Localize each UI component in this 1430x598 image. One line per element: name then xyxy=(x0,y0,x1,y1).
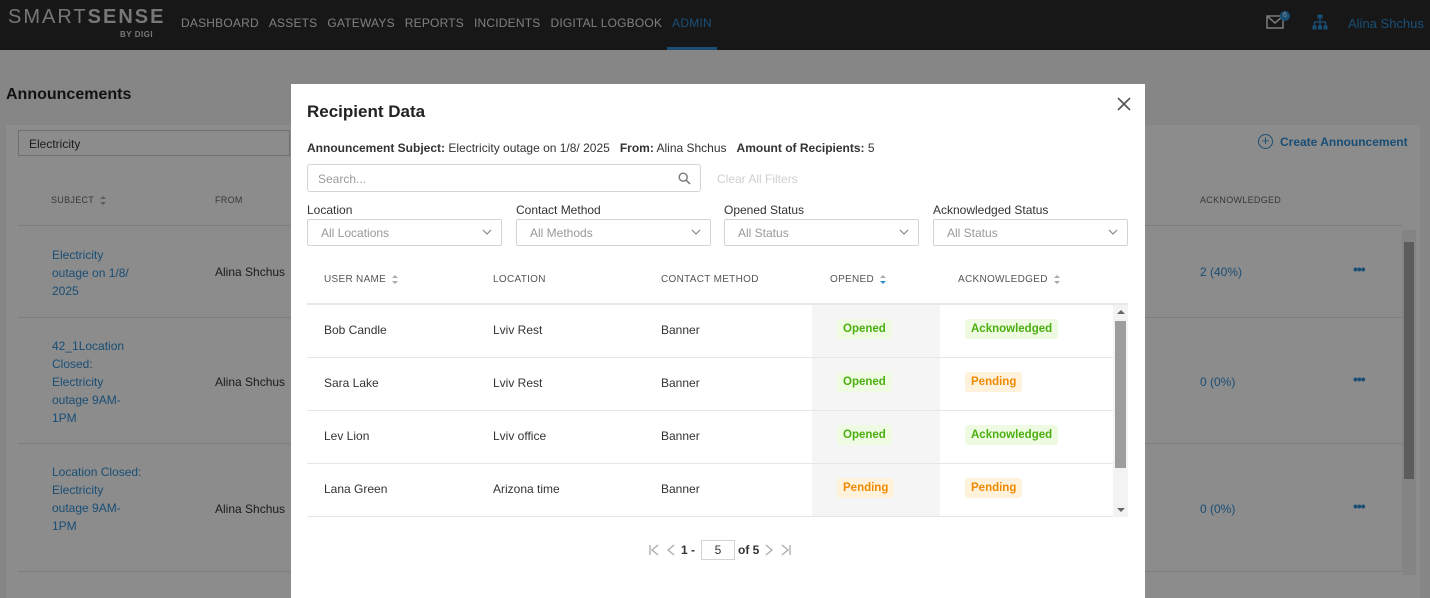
close-icon[interactable] xyxy=(1116,96,1132,112)
chevron-down-icon xyxy=(899,229,909,235)
table-row: Lana Green Arizona time Banner Pending P… xyxy=(307,464,1113,517)
previous-page-icon[interactable] xyxy=(664,543,678,557)
table-row: Bob Candle Lviv Rest Banner Opened Ackno… xyxy=(307,305,1113,358)
column-header-contact-method: CONTACT METHOD xyxy=(661,274,759,285)
from-label: From: xyxy=(619,141,654,155)
subject-label: Announcement Subject: xyxy=(307,141,446,155)
next-page-icon[interactable] xyxy=(762,543,776,557)
column-header-location: LOCATION xyxy=(493,274,546,285)
opened-status-filter-value: All Status xyxy=(738,226,789,240)
cell-location: Lviv Rest xyxy=(493,376,543,390)
search-placeholder: Search... xyxy=(318,172,367,186)
cell-user-name: Lana Green xyxy=(324,482,388,496)
scroll-up-icon[interactable] xyxy=(1117,310,1125,314)
opened-status-badge: Opened xyxy=(837,319,892,339)
search-input[interactable]: Search... xyxy=(307,164,701,192)
opened-status-filter-select[interactable]: All Status xyxy=(724,219,919,246)
acknowledged-status-filter-label: Acknowledged Status xyxy=(933,203,1049,217)
acknowledged-status-badge: Pending xyxy=(965,478,1023,498)
recipients-table-body: Bob Candle Lviv Rest Banner Opened Ackno… xyxy=(307,305,1113,517)
from-value: Alina Shchus xyxy=(656,141,727,155)
cell-user-name: Lev Lion xyxy=(324,429,370,443)
sort-icon xyxy=(1053,275,1060,284)
announcement-meta: Announcement Subject: Electricity outage… xyxy=(307,141,875,155)
scrollbar-thumb[interactable] xyxy=(1115,321,1126,468)
cell-contact-method: Banner xyxy=(661,376,700,390)
acknowledged-status-badge: Acknowledged xyxy=(965,319,1059,339)
acknowledged-status-filter-value: All Status xyxy=(947,226,998,240)
subject-value: Electricity outage on 1/8/ 2025 xyxy=(448,141,610,155)
acknowledged-status-filter-select[interactable]: All Status xyxy=(933,219,1128,246)
page-range-start: 1 - xyxy=(681,543,696,557)
contact-method-filter-label: Contact Method xyxy=(516,203,601,217)
opened-status-badge: Opened xyxy=(837,372,892,392)
chevron-down-icon xyxy=(1108,229,1118,235)
cell-user-name: Bob Candle xyxy=(324,323,387,337)
sort-icon xyxy=(392,275,399,284)
amount-value: 5 xyxy=(867,141,875,155)
last-page-icon[interactable] xyxy=(779,543,793,557)
contact-method-filter-select[interactable]: All Methods xyxy=(516,219,711,246)
cell-location: Arizona time xyxy=(493,482,560,496)
location-filter-select[interactable]: All Locations xyxy=(307,219,502,246)
acknowledged-status-badge: Acknowledged xyxy=(965,425,1059,445)
opened-status-filter-label: Opened Status xyxy=(724,203,805,217)
column-header-acknowledged[interactable]: ACKNOWLEDGED xyxy=(958,274,1061,285)
cell-location: Lviv office xyxy=(493,429,547,443)
chevron-down-icon xyxy=(691,229,701,235)
table-scrollbar[interactable] xyxy=(1113,305,1128,517)
page-total: of 5 xyxy=(738,543,760,557)
cell-contact-method: Banner xyxy=(661,429,700,443)
opened-status-badge: Pending xyxy=(837,478,895,498)
cell-contact-method: Banner xyxy=(661,323,700,337)
clear-all-filters-button[interactable]: Clear All Filters xyxy=(717,172,798,186)
page-size-input[interactable]: 5 xyxy=(701,540,736,560)
first-page-icon[interactable] xyxy=(647,543,661,557)
location-filter-label: Location xyxy=(307,203,353,217)
recipients-table: USER NAME LOCATION CONTACT METHOD OPENED… xyxy=(307,254,1128,517)
opened-status-badge: Opened xyxy=(837,425,892,445)
cell-location: Lviv Rest xyxy=(493,323,543,337)
modal-title: Recipient Data xyxy=(307,102,426,121)
cell-user-name: Sara Lake xyxy=(324,376,379,390)
pagination: 1 - 5 of 5 xyxy=(647,540,796,560)
column-header-opened[interactable]: OPENED xyxy=(830,274,887,285)
scroll-down-icon[interactable] xyxy=(1117,508,1125,512)
sort-icon xyxy=(880,275,887,284)
chevron-down-icon xyxy=(482,229,492,235)
location-filter-value: All Locations xyxy=(321,226,390,240)
acknowledged-status-badge: Pending xyxy=(965,372,1023,392)
contact-method-filter-value: All Methods xyxy=(530,226,593,240)
amount-label: Amount of Recipients: xyxy=(736,141,865,155)
cell-contact-method: Banner xyxy=(661,482,700,496)
search-icon[interactable] xyxy=(678,172,691,185)
recipient-data-modal: Recipient Data Announcement Subject: Ele… xyxy=(291,84,1145,598)
table-row: Lev Lion Lviv office Banner Opened Ackno… xyxy=(307,411,1113,464)
table-row: Sara Lake Lviv Rest Banner Opened Pendin… xyxy=(307,358,1113,411)
column-header-user-name[interactable]: USER NAME xyxy=(324,274,399,285)
